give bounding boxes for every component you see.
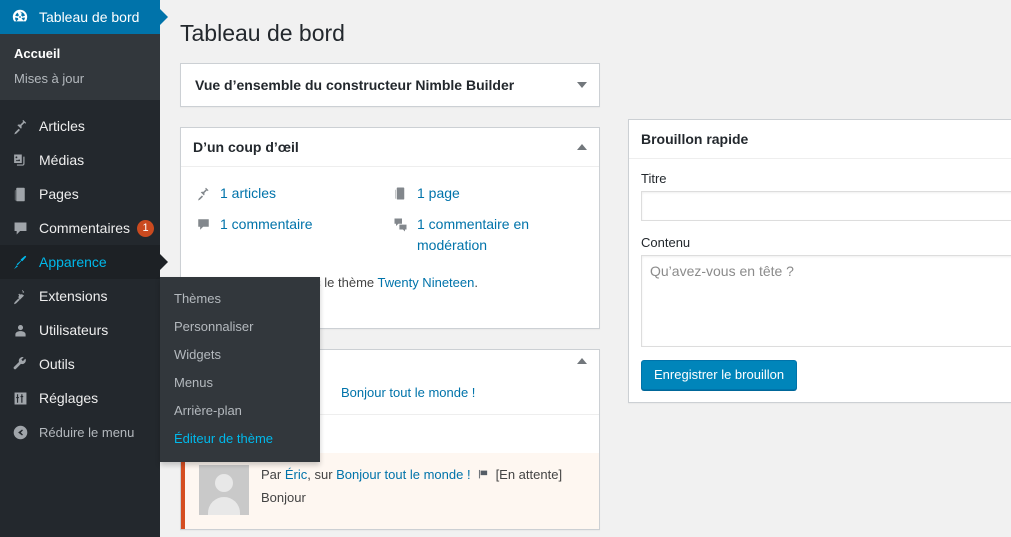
save-draft-button[interactable]: Enregistrer le brouillon: [641, 359, 798, 390]
appearance-submenu-flyout: Thèmes Personnaliser Widgets Menus Arriè…: [160, 277, 320, 462]
comments-moderation-icon: [390, 215, 410, 235]
user-icon: [10, 320, 30, 340]
admin-sidebar: Tableau de bord Accueil Mises à jour Art…: [0, 0, 168, 537]
status-badge: [En attente]: [495, 467, 563, 483]
brush-icon: [10, 252, 30, 272]
flag-icon: [477, 467, 490, 487]
sidebar-item-extensions[interactable]: Extensions: [0, 279, 160, 313]
comment-icon: [193, 215, 213, 235]
chevron-up-icon[interactable]: [577, 358, 587, 365]
comment-by-prefix: Par: [261, 467, 285, 483]
pages-icon: [390, 184, 410, 204]
sidebar-item-apparence[interactable]: Apparence: [0, 245, 168, 279]
glance-link-pages[interactable]: 1 page: [390, 183, 587, 204]
quick-draft-title-label: Titre: [641, 170, 667, 186]
flyout-item-arriere-plan[interactable]: Arrière-plan: [160, 397, 320, 425]
plugin-icon: [10, 286, 30, 306]
avatar-head: [215, 474, 233, 493]
media-icon: [10, 150, 30, 170]
quick-draft-body: Titre Contenu Enregistrer le brouillon: [629, 159, 1011, 402]
at-a-glance-stats: 1 articles 1 page 1 commentaire 1 commen…: [193, 179, 587, 266]
quick-draft-panel: Brouillon rapide Titre Contenu Enregistr…: [628, 118, 1011, 403]
quick-draft-content-textarea[interactable]: [641, 254, 1011, 347]
comment-icon: [10, 218, 30, 238]
list-item: 1 commentaire: [193, 214, 390, 256]
sidebar-separator-1: [0, 100, 160, 109]
page-title: Tableau de bord: [180, 20, 345, 46]
glance-label: 1 page: [417, 184, 460, 201]
comment-on-prefix: , sur: [307, 467, 337, 483]
chevron-up-icon[interactable]: [577, 143, 587, 150]
theme-link[interactable]: Twenty Nineteen: [378, 275, 475, 290]
sidebar-item-label: Tableau de bord: [39, 9, 140, 25]
dashboard-icon: [10, 7, 30, 27]
comment-author-link[interactable]: Éric: [285, 467, 307, 482]
sidebar-item-label: Réduire le menu: [39, 424, 135, 440]
sidebar-item-label: Pages: [39, 186, 79, 202]
pin-icon: [10, 116, 30, 136]
pin-icon: [193, 184, 213, 204]
comments-count-badge: 1: [137, 219, 155, 237]
flyout-item-personnaliser[interactable]: Personnaliser: [160, 313, 320, 341]
sidebar-item-medias[interactable]: Médias: [0, 143, 160, 177]
avatar: [199, 465, 249, 516]
sidebar-item-commentaires[interactable]: Commentaires 1: [0, 211, 160, 245]
sidebar-collapse-menu[interactable]: Réduire le menu: [0, 415, 160, 449]
quick-draft-content-label: Contenu: [641, 234, 691, 250]
list-item: 1 page: [390, 183, 587, 204]
sidebar-item-label: Utilisateurs: [39, 322, 109, 338]
sidebar-item-label: Réglages: [39, 390, 99, 406]
avatar-body: [208, 497, 240, 516]
sidebar-item-utilisateurs[interactable]: Utilisateurs: [0, 313, 160, 347]
quick-draft-title-input[interactable]: [641, 190, 1011, 221]
comment-post-link[interactable]: Bonjour tout le monde !: [336, 467, 470, 482]
quick-draft-title: Brouillon rapide: [641, 130, 749, 147]
glance-label: 1 commentaire: [220, 215, 313, 232]
sidebar-item-label: Outils: [39, 356, 75, 372]
sidebar-item-label: Extensions: [39, 288, 108, 304]
pages-icon: [10, 184, 30, 204]
glance-link-moderation[interactable]: 1 commentaire en modération: [390, 214, 587, 256]
sidebar-item-pages[interactable]: Pages: [0, 177, 160, 211]
nimble-builder-overview-title: Vue d’ensemble du constructeur Nimble Bu…: [195, 76, 515, 93]
comment-meta: Par Éric, sur Bonjour tout le monde ! [En…: [261, 465, 562, 487]
sidebar-item-dashboard[interactable]: Tableau de bord: [0, 0, 168, 34]
glance-link-comments[interactable]: 1 commentaire: [193, 214, 390, 235]
comment-content: Par Éric, sur Bonjour tout le monde ! [En…: [261, 465, 562, 515]
sidebar-subitem-accueil[interactable]: Accueil: [0, 41, 160, 66]
sidebar-item-outils[interactable]: Outils: [0, 347, 160, 381]
wordpress-admin-screen: Tableau de bord Accueil Mises à jour Art…: [0, 0, 1011, 537]
dashboard-submenu: Accueil Mises à jour: [0, 34, 160, 100]
sidebar-subitem-mises-a-jour[interactable]: Mises à jour: [0, 66, 160, 91]
sidebar-item-reglages[interactable]: Réglages: [0, 381, 160, 415]
list-item: 1 articles: [193, 183, 390, 204]
wrench-icon: [10, 354, 30, 374]
glance-label: 1 commentaire en modération: [417, 215, 530, 253]
published-post-link[interactable]: Bonjour tout le monde !: [341, 385, 475, 400]
quick-draft-header[interactable]: Brouillon rapide: [629, 120, 1011, 159]
sidebar-item-articles[interactable]: Articles: [0, 109, 160, 143]
sidebar-item-label: Médias: [39, 152, 85, 168]
nimble-builder-overview-panel[interactable]: Vue d’ensemble du constructeur Nimble Bu…: [180, 62, 600, 107]
list-item: 1 commentaire en modération: [390, 214, 587, 256]
flyout-item-themes[interactable]: Thèmes: [160, 285, 320, 313]
settings-icon: [10, 388, 30, 408]
sidebar-item-label: Articles: [39, 118, 85, 134]
glance-link-articles[interactable]: 1 articles: [193, 183, 390, 204]
chevron-down-icon[interactable]: [577, 81, 587, 88]
flyout-item-widgets[interactable]: Widgets: [160, 341, 320, 369]
glance-label: 1 articles: [220, 184, 277, 201]
dashboard-column-right: Brouillon rapide Titre Contenu Enregistr…: [628, 118, 1011, 423]
table-row: Par Éric, sur Bonjour tout le monde ! [En…: [181, 453, 599, 530]
collapse-arrow-icon: [10, 422, 30, 442]
comment-text: Bonjour: [261, 489, 306, 505]
flyout-item-editeur-de-theme[interactable]: Éditeur de thème: [160, 425, 320, 453]
at-a-glance-header[interactable]: D’un coup d’œil: [181, 128, 599, 167]
at-a-glance-title: D’un coup d’œil: [193, 138, 299, 155]
sidebar-item-label: Apparence: [39, 254, 107, 270]
sidebar-item-label: Commentaires: [39, 220, 131, 236]
version-suffix: .: [474, 274, 478, 290]
flyout-item-menus[interactable]: Menus: [160, 369, 320, 397]
